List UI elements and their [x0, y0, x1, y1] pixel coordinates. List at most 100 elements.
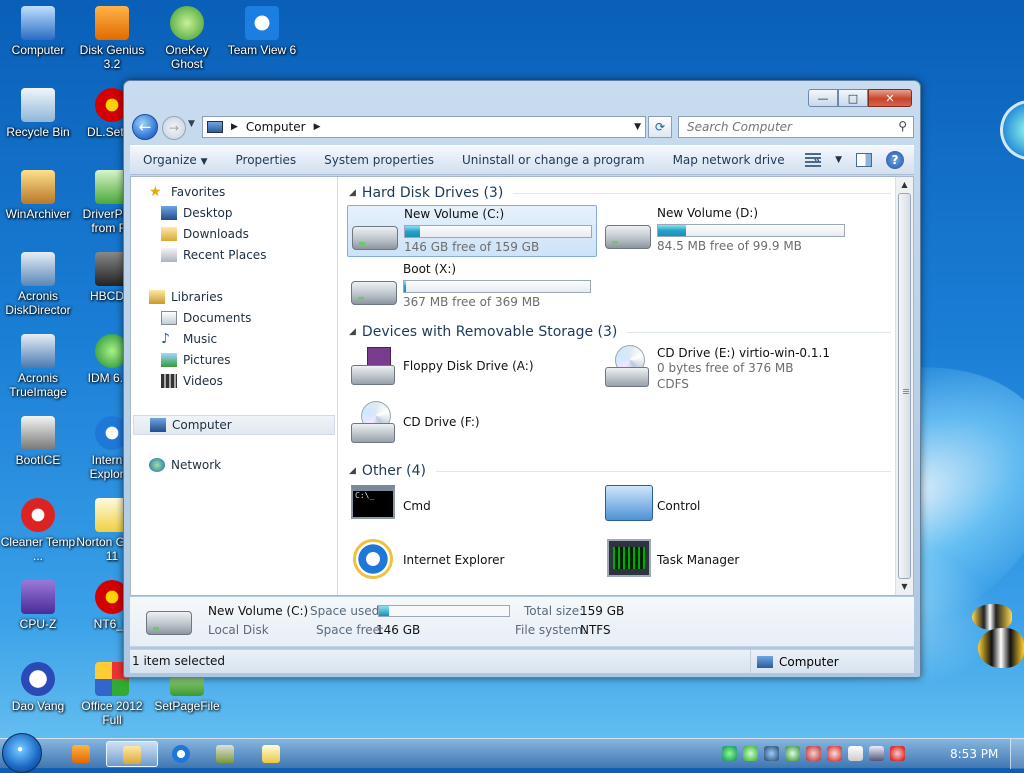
show-desktop-button[interactable]	[1010, 739, 1024, 769]
tray-monitor-icon[interactable]	[869, 746, 884, 761]
collapse-arrow-icon[interactable]: ◢	[349, 327, 356, 337]
explorer-window: — □ ✕ ← → ▼ ▶ Computer ▶ ▼ ⟳ ⚲ Organize …	[123, 80, 921, 678]
desktop-icon-teamviewer[interactable]: Team View 6	[224, 6, 300, 57]
scroll-down-icon[interactable]: ▼	[896, 579, 913, 595]
media-player-icon	[72, 745, 90, 763]
search-input[interactable]	[685, 118, 885, 136]
usage-fill	[405, 226, 420, 237]
desktop-icon-dao-vang[interactable]: Dao Vang	[0, 662, 76, 713]
desktop-icon-acronis-trueimage[interactable]: Acronis TrueImage	[0, 334, 76, 399]
system-properties-button[interactable]: System properties	[310, 153, 448, 167]
view-dropdown-icon[interactable]: ▼	[835, 155, 842, 165]
desktop-icon-bootice[interactable]: BootICE	[0, 416, 76, 467]
forward-button[interactable]: →	[162, 116, 186, 140]
start-button[interactable]	[2, 733, 42, 773]
nav-documents[interactable]: Documents	[161, 311, 251, 325]
item-task-manager[interactable]: Task Manager	[601, 539, 851, 583]
nav-music[interactable]: ♪ Music	[161, 332, 217, 346]
item-control[interactable]: Control	[601, 485, 851, 527]
breadcrumb-arrow-icon[interactable]: ▶	[231, 122, 238, 132]
tray-volume-muted-icon[interactable]	[890, 746, 905, 761]
drive-c[interactable]: New Volume (C:) 146 GB free of 159 GB	[347, 205, 597, 257]
organize-button[interactable]: Organize ▼	[130, 153, 222, 167]
search-icon[interactable]: ⚲	[898, 119, 907, 133]
tray-shield-icon[interactable]	[827, 746, 842, 761]
maximize-button[interactable]: □	[838, 89, 868, 107]
nav-computer[interactable]: Computer	[133, 415, 335, 435]
address-dropdown-icon[interactable]: ▼	[634, 122, 641, 132]
drive-d-free: 84.5 MB free of 99.9 MB	[657, 239, 802, 253]
tray-flag-icon[interactable]	[848, 746, 863, 761]
desktop-icon-computer[interactable]: Computer	[0, 6, 76, 57]
desktop-icon-disk-genius[interactable]: Disk Genius 3.2	[74, 6, 150, 71]
properties-button[interactable]: Properties	[222, 153, 311, 167]
desktop-icon	[161, 206, 177, 220]
tray-checkmark-icon[interactable]	[743, 746, 758, 761]
search-box[interactable]: ⚲	[678, 116, 914, 138]
collapse-arrow-icon[interactable]: ◢	[349, 466, 356, 476]
uninstall-program-button[interactable]: Uninstall or change a program	[448, 153, 659, 167]
nav-downloads[interactable]: Downloads	[161, 227, 249, 241]
address-bar[interactable]: ▶ Computer ▶ ▼	[202, 116, 646, 138]
tray-network-icon[interactable]	[722, 746, 737, 761]
change-view-icon[interactable]	[805, 153, 822, 167]
total-size-value: 159 GB	[580, 604, 625, 618]
breadcrumb-arrow-icon[interactable]: ▶	[314, 122, 321, 132]
navigation-pane: ★ Favorites Desktop Downloads Recent Plac…	[131, 177, 338, 595]
details-usage-bar	[378, 605, 510, 617]
desktop-icon-winarchiver[interactable]: WinArchiver	[0, 170, 76, 221]
item-cmd[interactable]: C:\_ Cmd	[347, 485, 597, 527]
desktop-icon-onekey-ghost[interactable]: OneKey Ghost	[149, 6, 225, 71]
drive-d[interactable]: New Volume (D:) 84.5 MB free of 99.9 MB	[601, 205, 851, 257]
drive-x[interactable]: Boot (X:) 367 MB free of 369 MB	[347, 261, 597, 313]
item-internet-explorer[interactable]: Internet Explorer	[347, 539, 597, 583]
floppy-drive-a[interactable]: Floppy Disk Drive (A:)	[347, 345, 597, 391]
tray-play-icon[interactable]	[785, 746, 800, 761]
hard-drive-icon	[351, 281, 397, 305]
taskbar-ghost[interactable]	[246, 741, 298, 767]
nav-videos[interactable]: Videos	[161, 374, 223, 388]
desktop-icon-acronis-diskdirector[interactable]: Acronis DiskDirector	[0, 252, 76, 317]
nav-desktop[interactable]: Desktop	[161, 206, 233, 220]
collapse-arrow-icon[interactable]: ◢	[349, 188, 356, 198]
nav-favorites[interactable]: ★ Favorites	[149, 185, 225, 199]
vertical-scrollbar[interactable]: ▲ ▼	[895, 177, 913, 595]
tray-security-icon[interactable]	[764, 746, 779, 761]
drive-d-usage-bar	[657, 224, 845, 237]
taskbar-network-tool[interactable]	[200, 741, 252, 767]
nav-libraries[interactable]: Libraries	[149, 290, 223, 304]
preview-pane-icon[interactable]	[856, 153, 872, 167]
floppy-name: Floppy Disk Drive (A:)	[403, 359, 534, 373]
nav-pictures[interactable]: Pictures	[161, 353, 231, 367]
desktop-icon-recycle-bin[interactable]: Recycle Bin	[0, 88, 76, 139]
taskbar-explorer[interactable]	[106, 741, 158, 767]
tray-recycle-icon[interactable]	[806, 746, 821, 761]
group-divider	[513, 192, 891, 194]
nav-computer-label: Computer	[172, 418, 232, 432]
refresh-button[interactable]: ⟳	[648, 116, 672, 138]
cd-drive-icon	[605, 345, 649, 387]
close-button[interactable]: ✕	[868, 89, 912, 107]
back-button[interactable]: ←	[132, 114, 158, 140]
internet-explorer-icon	[353, 539, 393, 579]
help-icon[interactable]: ?	[886, 151, 904, 169]
minimize-button[interactable]: —	[808, 89, 838, 107]
nav-recent-places[interactable]: Recent Places	[161, 248, 266, 262]
desktop-icon-cpuz[interactable]: CPU-Z	[0, 580, 76, 631]
breadcrumb-computer[interactable]: Computer	[246, 120, 306, 134]
desktop-icon-ccleaner[interactable]: Cleaner Temp ...	[0, 498, 76, 563]
cd-drive-f[interactable]: CD Drive (F:)	[347, 401, 597, 447]
taskbar-media-player[interactable]	[56, 741, 108, 767]
group-removable-storage[interactable]: ◢ Devices with Removable Storage (3)	[349, 324, 891, 340]
recent-pages-dropdown[interactable]: ▼	[188, 119, 195, 129]
clock[interactable]: 8:53 PM	[950, 747, 998, 761]
group-other[interactable]: ◢ Other (4)	[349, 463, 891, 479]
group-divider	[627, 331, 891, 333]
map-network-drive-button[interactable]: Map network drive	[659, 153, 799, 167]
scroll-thumb[interactable]	[898, 193, 911, 579]
scroll-up-icon[interactable]: ▲	[896, 177, 913, 193]
nav-network[interactable]: Network	[149, 458, 221, 472]
group-hard-disk-drives[interactable]: ◢ Hard Disk Drives (3)	[349, 185, 891, 201]
cd-drive-e[interactable]: CD Drive (E:) virtio-win-0.1.1 0 bytes f…	[601, 345, 851, 395]
bootice-icon	[21, 416, 55, 450]
